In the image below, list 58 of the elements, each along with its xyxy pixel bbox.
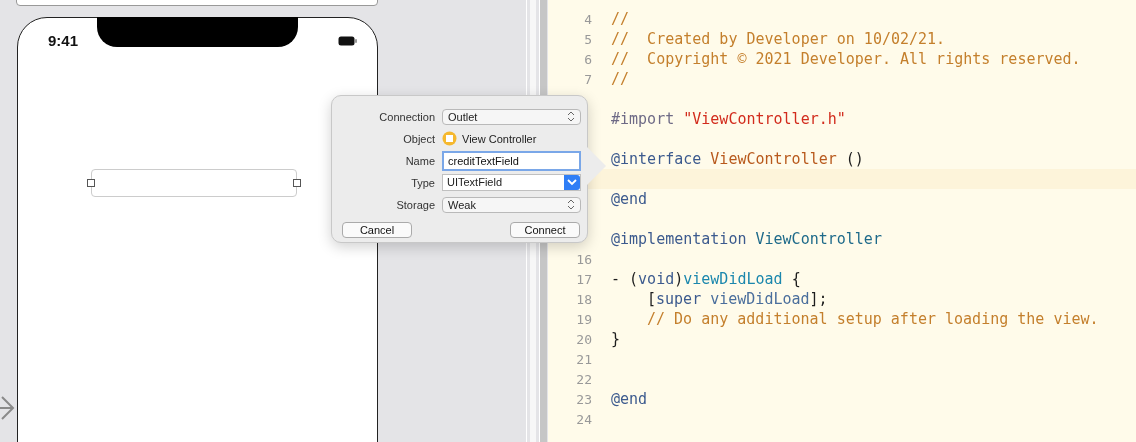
line-number: 23 bbox=[576, 391, 592, 407]
battery-icon bbox=[338, 35, 357, 46]
resize-handle[interactable] bbox=[293, 179, 301, 187]
dialog-button[interactable]: Cancel bbox=[342, 222, 412, 238]
code-token: { bbox=[791, 270, 801, 288]
code-token: #import bbox=[611, 110, 676, 128]
code-token: // bbox=[611, 10, 630, 28]
code-token: @interface bbox=[611, 150, 703, 168]
code-token: ) bbox=[674, 270, 684, 288]
entry-arrow-icon bbox=[0, 395, 15, 421]
code-token: viewDidLoad bbox=[683, 270, 784, 288]
line-number: 21 bbox=[576, 351, 592, 367]
line-number: 22 bbox=[576, 371, 592, 387]
code-token: void bbox=[638, 270, 675, 288]
code-token: super bbox=[656, 290, 703, 308]
object-name: View Controller bbox=[462, 132, 537, 145]
code-token: // Created by Developer on 10/02/21. bbox=[611, 30, 946, 48]
field-label: Storage bbox=[395, 198, 435, 211]
stepper-icon bbox=[567, 111, 575, 122]
field-label: Connection bbox=[378, 110, 435, 123]
code-token: () bbox=[845, 150, 864, 168]
line-number: 7 bbox=[584, 71, 592, 87]
view-controller-icon bbox=[442, 131, 457, 146]
code-token: @implementation bbox=[611, 230, 748, 248]
code-token: // Copyright © 2021 Developer. All rights reserved. bbox=[611, 50, 1081, 68]
resize-handle[interactable] bbox=[87, 179, 95, 187]
field-label: Name bbox=[404, 154, 435, 167]
line-number: 18 bbox=[576, 291, 592, 307]
line-number: 6 bbox=[584, 51, 592, 67]
code-token: // bbox=[611, 70, 630, 88]
line-number: 16 bbox=[576, 251, 592, 267]
code-token: ViewController bbox=[710, 150, 838, 168]
line-number: 24 bbox=[576, 411, 592, 427]
code-token: ViewController bbox=[755, 230, 882, 248]
code-token: ]; bbox=[809, 290, 828, 308]
field-label: Type bbox=[410, 176, 435, 189]
type-combo-box[interactable]: UITextField bbox=[442, 174, 581, 191]
code-token: @end bbox=[611, 190, 648, 208]
line-number: 20 bbox=[576, 331, 592, 347]
line-number: 5 bbox=[584, 31, 592, 47]
dialog-button[interactable]: Connect bbox=[510, 222, 580, 238]
code-token: viewDidLoad bbox=[710, 290, 810, 308]
line-number: 17 bbox=[576, 271, 592, 287]
line-number: 4 bbox=[584, 11, 592, 27]
field-label: Object bbox=[402, 132, 435, 145]
stepper-icon bbox=[567, 199, 575, 210]
status-time: 9:41 bbox=[48, 32, 79, 49]
code-token: - ( bbox=[611, 270, 639, 288]
code-token: // Do any additional setup after loading the view. bbox=[647, 310, 1099, 328]
code-token: [ bbox=[647, 290, 657, 308]
line-number: 19 bbox=[576, 311, 592, 327]
popup-button[interactable]: Outlet bbox=[442, 108, 581, 125]
code-token: @end bbox=[611, 390, 648, 408]
code-token: } bbox=[611, 330, 621, 348]
popup-button[interactable]: Weak bbox=[442, 196, 581, 213]
name-field[interactable]: creditTextField bbox=[442, 150, 581, 171]
text-field[interactable] bbox=[91, 169, 297, 197]
code-token: "ViewController.h" bbox=[683, 110, 846, 128]
